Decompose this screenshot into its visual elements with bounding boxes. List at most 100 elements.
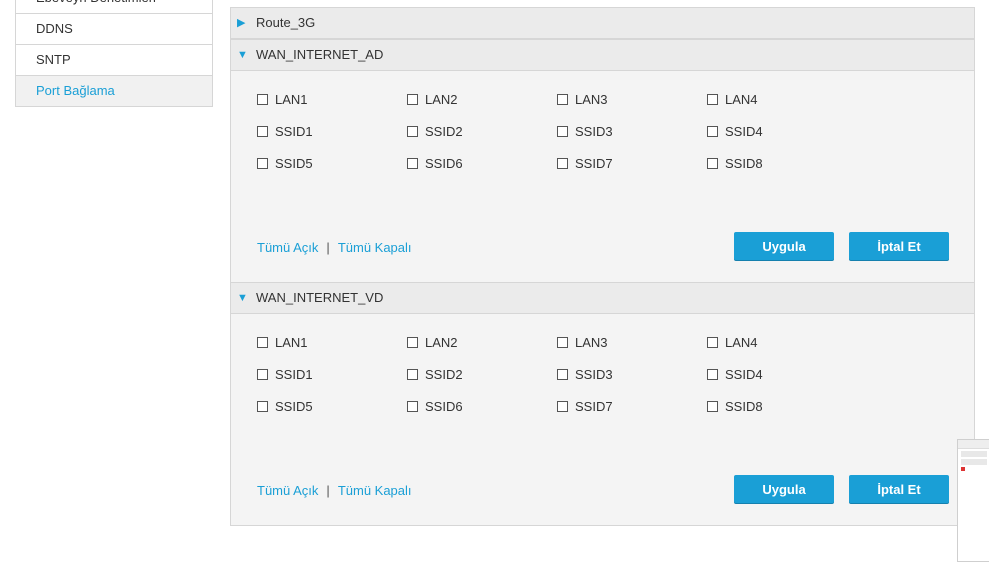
checkbox-label: LAN1 [275, 91, 308, 107]
section-header-route-3g[interactable]: ▶ Route_3G [231, 8, 974, 39]
port-checkbox-grid: LAN1 LAN2 LAN3 LAN4 SSID1 SSID2 SSID3 SS… [257, 89, 857, 185]
cancel-button[interactable]: İptal Et [849, 475, 949, 503]
link-separator: | [326, 483, 330, 498]
checkbox-ssid4[interactable]: SSID4 [707, 121, 857, 141]
checkbox-label: SSID4 [725, 366, 763, 382]
checkbox-ssid1[interactable]: SSID1 [257, 121, 407, 141]
select-all-link[interactable]: Tümü Açık [257, 483, 318, 498]
checkbox-box[interactable] [707, 336, 718, 348]
sidebar-item-sntp[interactable]: SNTP [16, 45, 212, 76]
checkbox-label: SSID6 [425, 155, 463, 171]
link-separator: | [326, 240, 330, 255]
checkbox-box[interactable] [707, 125, 718, 137]
checkbox-box[interactable] [707, 400, 718, 412]
checkbox-box[interactable] [557, 157, 568, 169]
checkbox-box[interactable] [257, 157, 268, 169]
checkbox-label: SSID8 [725, 398, 763, 414]
checkbox-ssid2[interactable]: SSID2 [407, 364, 557, 384]
checkbox-box[interactable] [407, 157, 418, 169]
checkbox-ssid2[interactable]: SSID2 [407, 121, 557, 141]
caret-down-icon: ▼ [237, 49, 248, 61]
checkbox-label: SSID3 [575, 366, 613, 382]
section-title: WAN_INTERNET_AD [256, 47, 384, 62]
checkbox-box[interactable] [257, 125, 268, 137]
checkbox-label: LAN3 [575, 334, 608, 350]
sidebar-item-port-binding[interactable]: Port Bağlama [16, 76, 212, 107]
section-header-wan-internet-ad[interactable]: ▼ WAN_INTERNET_AD [231, 39, 974, 71]
checkbox-box[interactable] [257, 368, 268, 380]
checkbox-box[interactable] [557, 93, 568, 105]
sidebar-item-parental-control[interactable]: Ebeveyn Denetimleri [16, 0, 212, 14]
checkbox-ssid4[interactable]: SSID4 [707, 364, 857, 384]
checkbox-lan4[interactable]: LAN4 [707, 89, 857, 109]
checkbox-box[interactable] [557, 368, 568, 380]
checkbox-lan3[interactable]: LAN3 [557, 332, 707, 352]
checkbox-lan2[interactable]: LAN2 [407, 332, 557, 352]
checkbox-box[interactable] [707, 93, 718, 105]
checkbox-label: SSID7 [575, 398, 613, 414]
sidebar: Ebeveyn Denetimleri DDNS SNTP Port Bağla… [15, 0, 213, 107]
red-dot-icon [961, 467, 965, 471]
checkbox-box[interactable] [557, 125, 568, 137]
checkbox-label: SSID5 [275, 398, 313, 414]
browser-thumbnail [957, 439, 989, 562]
section-body-wan-internet-vd: LAN1 LAN2 LAN3 LAN4 SSID1 SSID2 SSID3 SS… [231, 314, 974, 525]
checkbox-box[interactable] [557, 336, 568, 348]
checkbox-label: LAN1 [275, 334, 308, 350]
checkbox-box[interactable] [707, 157, 718, 169]
section-header-wan-internet-vd[interactable]: ▼ WAN_INTERNET_VD [231, 282, 974, 314]
deselect-all-link[interactable]: Tümü Kapalı [338, 483, 412, 498]
apply-button[interactable]: Uygula [734, 232, 834, 260]
checkbox-box[interactable] [257, 93, 268, 105]
port-checkbox-grid: LAN1 LAN2 LAN3 LAN4 SSID1 SSID2 SSID3 SS… [257, 332, 857, 428]
checkbox-label: LAN2 [425, 334, 458, 350]
checkbox-box[interactable] [257, 336, 268, 348]
deselect-all-link[interactable]: Tümü Kapalı [338, 240, 412, 255]
checkbox-label: SSID8 [725, 155, 763, 171]
checkbox-ssid7[interactable]: SSID7 [557, 396, 707, 416]
checkbox-label: SSID1 [275, 123, 313, 139]
sidebar-item-ddns[interactable]: DDNS [16, 14, 212, 45]
checkbox-ssid1[interactable]: SSID1 [257, 364, 407, 384]
checkbox-box[interactable] [407, 93, 418, 105]
main-panel: ▶ Route_3G ▼ WAN_INTERNET_AD LAN1 LAN2 L… [230, 7, 975, 526]
checkbox-ssid6[interactable]: SSID6 [407, 153, 557, 173]
checkbox-ssid5[interactable]: SSID5 [257, 396, 407, 416]
checkbox-box[interactable] [407, 400, 418, 412]
checkbox-ssid3[interactable]: SSID3 [557, 121, 707, 141]
checkbox-ssid8[interactable]: SSID8 [707, 153, 857, 173]
section-body-wan-internet-ad: LAN1 LAN2 LAN3 LAN4 SSID1 SSID2 SSID3 SS… [231, 71, 974, 282]
checkbox-ssid3[interactable]: SSID3 [557, 364, 707, 384]
section-title: Route_3G [256, 15, 316, 30]
checkbox-label: SSID3 [575, 123, 613, 139]
checkbox-lan1[interactable]: LAN1 [257, 332, 407, 352]
cancel-button[interactable]: İptal Et [849, 232, 949, 260]
checkbox-box[interactable] [407, 125, 418, 137]
checkbox-label: LAN4 [725, 334, 758, 350]
checkbox-label: LAN3 [575, 91, 608, 107]
checkbox-label: SSID2 [425, 123, 463, 139]
checkbox-box[interactable] [707, 368, 718, 380]
checkbox-box[interactable] [407, 336, 418, 348]
checkbox-lan3[interactable]: LAN3 [557, 89, 707, 109]
caret-right-icon: ▶ [237, 17, 246, 29]
checkbox-box[interactable] [257, 400, 268, 412]
apply-button[interactable]: Uygula [734, 475, 834, 503]
checkbox-box[interactable] [407, 368, 418, 380]
checkbox-box[interactable] [557, 400, 568, 412]
checkbox-label: SSID1 [275, 366, 313, 382]
section-title: WAN_INTERNET_VD [256, 290, 384, 305]
checkbox-label: SSID4 [725, 123, 763, 139]
checkbox-lan1[interactable]: LAN1 [257, 89, 407, 109]
checkbox-ssid5[interactable]: SSID5 [257, 153, 407, 173]
checkbox-ssid7[interactable]: SSID7 [557, 153, 707, 173]
checkbox-label: SSID7 [575, 155, 613, 171]
select-all-link[interactable]: Tümü Açık [257, 240, 318, 255]
checkbox-lan2[interactable]: LAN2 [407, 89, 557, 109]
checkbox-ssid8[interactable]: SSID8 [707, 396, 857, 416]
checkbox-lan4[interactable]: LAN4 [707, 332, 857, 352]
checkbox-ssid6[interactable]: SSID6 [407, 396, 557, 416]
checkbox-label: LAN2 [425, 91, 458, 107]
caret-down-icon: ▼ [237, 292, 248, 304]
select-links: Tümü Açık | Tümü Kapalı [257, 240, 412, 255]
